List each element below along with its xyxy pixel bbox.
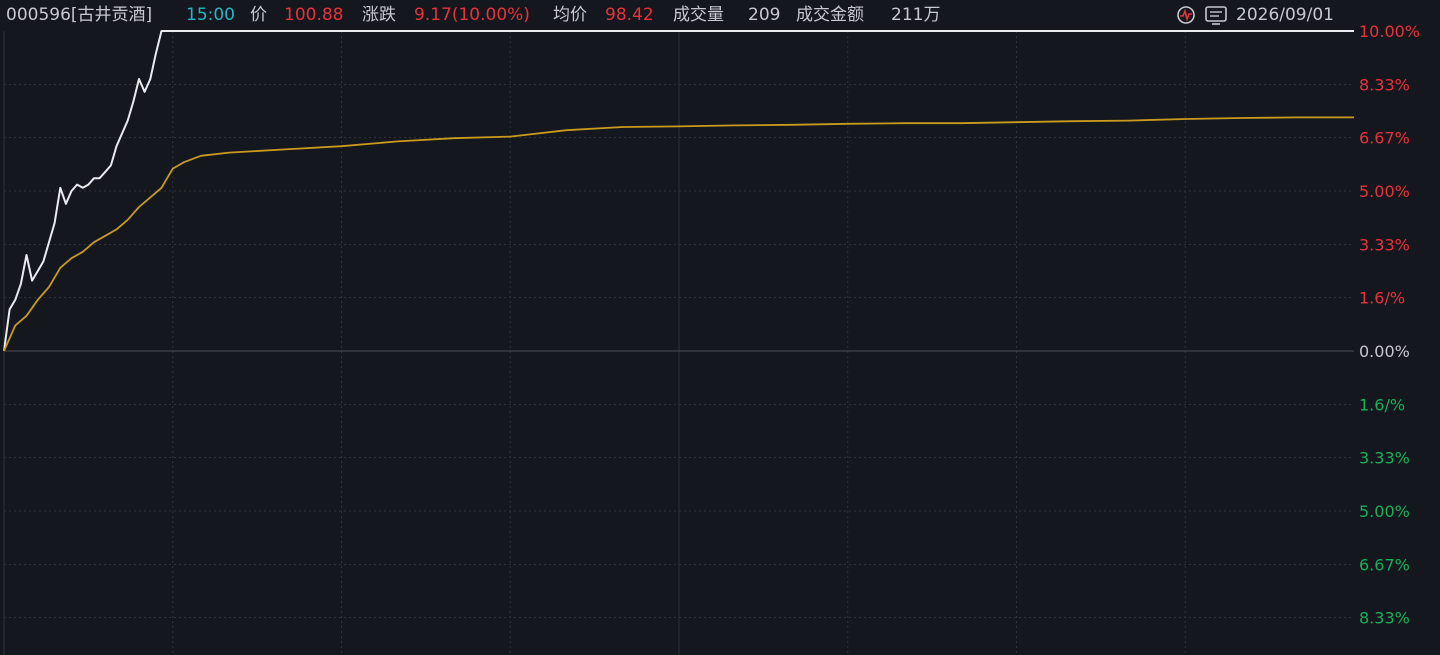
y-tick-label: 8.33% — [1359, 609, 1410, 628]
y-tick-label: 3.33% — [1359, 235, 1410, 254]
y-tick-label: 5.00% — [1359, 182, 1410, 201]
y-tick-label: 8.33% — [1359, 75, 1410, 94]
y-tick-label: 3.33% — [1359, 449, 1410, 468]
y-tick-label: 1.6/% — [1359, 289, 1405, 308]
y-axis-labels: 10.00% 8.33% 6.67% 5.00% 3.33% 1.6/% 0.00% 1.6/… — [1359, 22, 1420, 628]
y-tick-label: 5.00% — [1359, 502, 1410, 521]
y-tick-label: 1.6/% — [1359, 395, 1405, 414]
y-tick-label: 6.67% — [1359, 129, 1410, 148]
y-tick-label: 0.00% — [1359, 342, 1410, 361]
y-tick-label: 10.00% — [1359, 22, 1420, 41]
y-tick-label: 6.67% — [1359, 555, 1410, 574]
intraday-chart: 10.00% 8.33% 6.67% 5.00% 3.33% 1.6/% 0.00% 1.6/… — [3, 22, 1420, 655]
chart-grid — [3, 31, 1354, 655]
